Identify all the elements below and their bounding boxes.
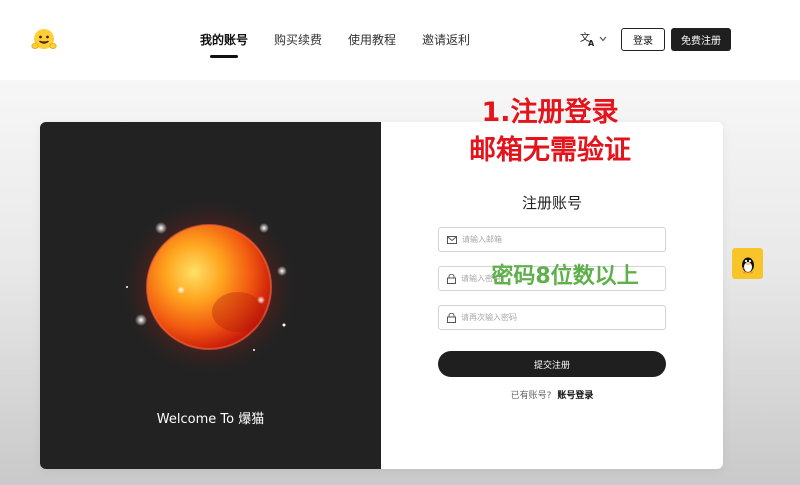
have-account-text: 已有账号? [510,391,552,401]
login-button[interactable]: 登录 [621,28,665,51]
form-title: 注册账号 [521,194,582,212]
language-switcher[interactable]: 文 A [580,31,607,47]
svg-text:A: A [588,39,595,47]
annotation-line-1: 1.注册登录 [481,97,619,128]
login-link[interactable]: 账号登录 [557,391,593,401]
free-register-button[interactable]: 免费注册 [671,28,731,51]
nav-item-purchase[interactable]: 购买续费 [274,33,322,57]
top-navbar: 我的账号 购买续费 使用教程 邀请返利 文 A 登录 免费注册 [0,0,800,80]
submit-register-button[interactable]: 提交注册 [438,351,666,377]
main-nav: 我的账号 购买续费 使用教程 邀请返利 [200,33,496,58]
register-card: Welcome To 爆猫 注册账号 提交注册 [40,122,723,469]
email-field[interactable] [438,227,666,252]
register-form: 注册账号 提交注册 已有账号? 账号登录 [381,122,723,469]
password-confirm-input[interactable] [461,313,661,322]
annotation-password-note: 密码8位数以上 [491,264,639,289]
translate-icon: 文 A [580,31,595,47]
nav-item-my-account[interactable]: 我的账号 [200,33,248,58]
welcome-panel: Welcome To 爆猫 [40,122,381,469]
logo-icon[interactable] [30,26,58,54]
annotation-register-note: 1.注册登录 邮箱无需验证 [430,94,670,170]
nav-item-tutorial[interactable]: 使用教程 [348,33,396,57]
lock-icon [447,273,456,284]
chevron-down-icon [599,36,607,42]
qq-penguin-icon [741,257,754,273]
mail-icon [447,235,457,244]
annotation-line-2: 邮箱无需验证 [469,135,631,166]
lock-icon [447,312,456,323]
qq-contact-button[interactable] [732,248,763,279]
password-confirm-field[interactable] [438,305,666,330]
email-input[interactable] [462,235,662,244]
welcome-text: Welcome To 爆猫 [156,412,265,427]
login-prompt: 已有账号? 账号登录 [381,388,723,401]
nav-item-invite[interactable]: 邀请返利 [422,33,470,57]
